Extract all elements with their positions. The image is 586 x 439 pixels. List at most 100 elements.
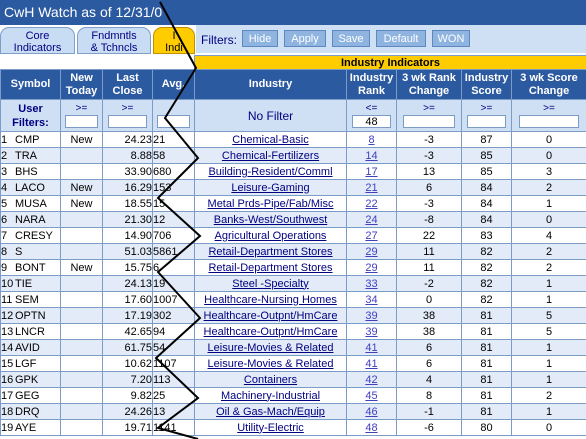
filter-score-change-input[interactable] (519, 115, 579, 128)
table-row[interactable]: 16 GPK 7.20 113 Containers 42 4 81 1 (0, 371, 586, 388)
industry-rank-link[interactable]: 39 (365, 310, 377, 322)
cell-symbol[interactable]: 19 AYE (0, 419, 61, 436)
table-row[interactable]: 12 OPTN 17.19 302 Healthcare-Outpnt/HmCare 39… (0, 307, 586, 324)
save-button[interactable]: Save (332, 30, 370, 47)
table-row[interactable]: 13 LNCR 42.65 94 Healthcare-Outpnt/HmCare 39 3… (0, 323, 586, 340)
cell-industry-rank[interactable]: 24 (346, 211, 397, 228)
tab-core-indicators[interactable]: Core Indicators (0, 27, 75, 54)
industry-link[interactable]: Chemical-Fertilizers (222, 150, 319, 162)
industry-link[interactable]: Banks-West/Southwest (214, 214, 328, 226)
industry-rank-link[interactable]: 8 (368, 134, 374, 146)
symbol-text[interactable]: LACO (15, 182, 45, 194)
filter-industry-score-input[interactable] (466, 115, 507, 128)
industry-rank-link[interactable]: 17 (365, 166, 377, 178)
table-row[interactable]: 1 CMP New 24.23 21 Chemical-Basic 8 -3 87 0 (0, 131, 586, 148)
industry-rank-link[interactable]: 41 (365, 358, 377, 370)
industry-link[interactable]: Containers (244, 374, 297, 386)
cell-industry-rank[interactable]: 22 (346, 195, 397, 212)
cell-symbol[interactable]: 11 SEM (0, 291, 61, 308)
col-industry-score[interactable]: Industry Score (461, 69, 512, 100)
industry-rank-link[interactable]: 42 (365, 374, 377, 386)
table-row[interactable]: 2 TRA 8.88 58 Chemical-Fertilizers 14 -3 85 0 (0, 147, 586, 164)
table-row[interactable]: 3 BHS 33.90 680 Building-Resident/Comml 17 13 8… (0, 163, 586, 180)
symbol-text[interactable]: S (15, 246, 22, 258)
symbol-text[interactable]: CRESY (15, 230, 53, 242)
cell-industry[interactable]: Chemical-Fertilizers (194, 147, 347, 164)
symbol-text[interactable]: AYE (15, 422, 36, 434)
industry-link[interactable]: Agricultural Operations (215, 230, 327, 242)
symbol-text[interactable]: DRQ (15, 406, 39, 418)
table-row[interactable]: 4 LACO New 16.29 153 Leisure-Gaming 21 6 84 2 (0, 179, 586, 196)
industry-link[interactable]: Retail-Department Stores (208, 246, 332, 258)
industry-rank-link[interactable]: 22 (365, 198, 377, 210)
cell-industry-rank[interactable]: 27 (346, 227, 397, 244)
cell-industry-rank[interactable]: 34 (346, 291, 397, 308)
industry-link[interactable]: Leisure-Movies & Related (208, 358, 334, 370)
cell-symbol[interactable]: 16 GPK (0, 371, 61, 388)
industry-rank-link[interactable]: 34 (365, 294, 377, 306)
table-row[interactable]: 18 DRQ 24.26 13 Oil & Gas-Mach/Equip 46 -1 81 1 (0, 403, 586, 420)
cell-industry[interactable]: Healthcare-Outpnt/HmCare (194, 307, 347, 324)
industry-link[interactable]: Machinery-Industrial (221, 390, 320, 402)
cell-symbol[interactable]: 5 MUSA (0, 195, 61, 212)
industry-rank-link[interactable]: 45 (365, 390, 377, 402)
col-industry[interactable]: Industry (194, 69, 347, 100)
cell-symbol[interactable]: 3 BHS (0, 163, 61, 180)
industry-link[interactable]: Building-Resident/Comml (208, 166, 332, 178)
industry-link[interactable]: Oil & Gas-Mach/Equip (216, 406, 325, 418)
table-row[interactable]: 19 AYE 19.71 1141 Utility-Electric 48 -6 80 0 (0, 419, 586, 436)
cell-symbol[interactable]: 10 TIE (0, 275, 61, 292)
cell-industry[interactable]: Containers (194, 371, 347, 388)
col-avg[interactable]: Avg. (152, 69, 195, 100)
cell-industry-rank[interactable]: 29 (346, 259, 397, 276)
industry-rank-link[interactable]: 21 (365, 182, 377, 194)
symbol-text[interactable]: TIE (15, 278, 32, 290)
filter-rank-change-input[interactable] (403, 115, 455, 128)
filter-avg-input[interactable] (157, 115, 190, 128)
won-button[interactable]: WON (432, 30, 470, 47)
cell-industry-rank[interactable]: 41 (346, 339, 397, 356)
default-button[interactable]: Default (376, 30, 426, 47)
industry-link[interactable]: Utility-Electric (237, 422, 304, 434)
symbol-text[interactable]: LNCR (15, 326, 45, 338)
table-row[interactable]: 14 AVID 61.75 54 Leisure-Movies & Related 41 6… (0, 339, 586, 356)
industry-link[interactable]: Retail-Department Stores (208, 262, 332, 274)
table-row[interactable]: 11 SEM 17.60 1007 Healthcare-Nursing Homes 34… (0, 291, 586, 308)
symbol-text[interactable]: MUSA (15, 198, 47, 210)
cell-symbol[interactable]: 4 LACO (0, 179, 61, 196)
cell-symbol[interactable]: 8S (0, 243, 61, 260)
industry-rank-link[interactable]: 46 (365, 406, 377, 418)
cell-industry[interactable]: Banks-West/Southwest (194, 211, 347, 228)
table-row[interactable]: 7 CRESY 14.90 706 Agricultural Operations 27 2… (0, 227, 586, 244)
cell-symbol[interactable]: 14 AVID (0, 339, 61, 356)
filter-last-close-input[interactable] (107, 115, 148, 128)
table-row[interactable]: 6 NARA 21.30 12 Banks-West/Southwest 24 -8 84 0 (0, 211, 586, 228)
symbol-text[interactable]: BONT (15, 262, 46, 274)
cell-industry[interactable]: Healthcare-Nursing Homes (194, 291, 347, 308)
symbol-text[interactable]: LGF (15, 358, 36, 370)
cell-industry-rank[interactable]: 17 (346, 163, 397, 180)
industry-link[interactable]: Healthcare-Outpnt/HmCare (204, 326, 338, 338)
table-row[interactable]: 15 LGF 10.62 1107 Leisure-Movies & Related 41… (0, 355, 586, 372)
cell-industry[interactable]: Agricultural Operations (194, 227, 347, 244)
industry-rank-link[interactable]: 41 (365, 342, 377, 354)
cell-industry-rank[interactable]: 42 (346, 371, 397, 388)
cell-symbol[interactable]: 7 CRESY (0, 227, 61, 244)
cell-industry-rank[interactable]: 41 (346, 355, 397, 372)
cell-industry[interactable]: Leisure-Movies & Related (194, 339, 347, 356)
cell-industry-rank[interactable]: 21 (346, 179, 397, 196)
industry-rank-link[interactable]: 27 (365, 230, 377, 242)
apply-button[interactable]: Apply (284, 30, 326, 47)
cell-industry[interactable]: Oil & Gas-Mach/Equip (194, 403, 347, 420)
tab-industry-indicators[interactable]: I Indi (153, 27, 195, 54)
cell-industry-rank[interactable]: 39 (346, 323, 397, 340)
industry-rank-link[interactable]: 24 (365, 214, 377, 226)
filter-industry-rank-input[interactable] (351, 115, 392, 128)
industry-link[interactable]: Metal Prds-Pipe/Fab/Misc (208, 198, 334, 210)
industry-link[interactable]: Chemical-Basic (232, 134, 308, 146)
cell-industry-rank[interactable]: 14 (346, 147, 397, 164)
cell-symbol[interactable]: 1 CMP (0, 131, 61, 148)
cell-symbol[interactable]: 6 NARA (0, 211, 61, 228)
symbol-text[interactable]: GPK (15, 374, 38, 386)
table-row[interactable]: 10 TIE 24.13 19 Steel -Specialty 33 -2 82 1 (0, 275, 586, 292)
